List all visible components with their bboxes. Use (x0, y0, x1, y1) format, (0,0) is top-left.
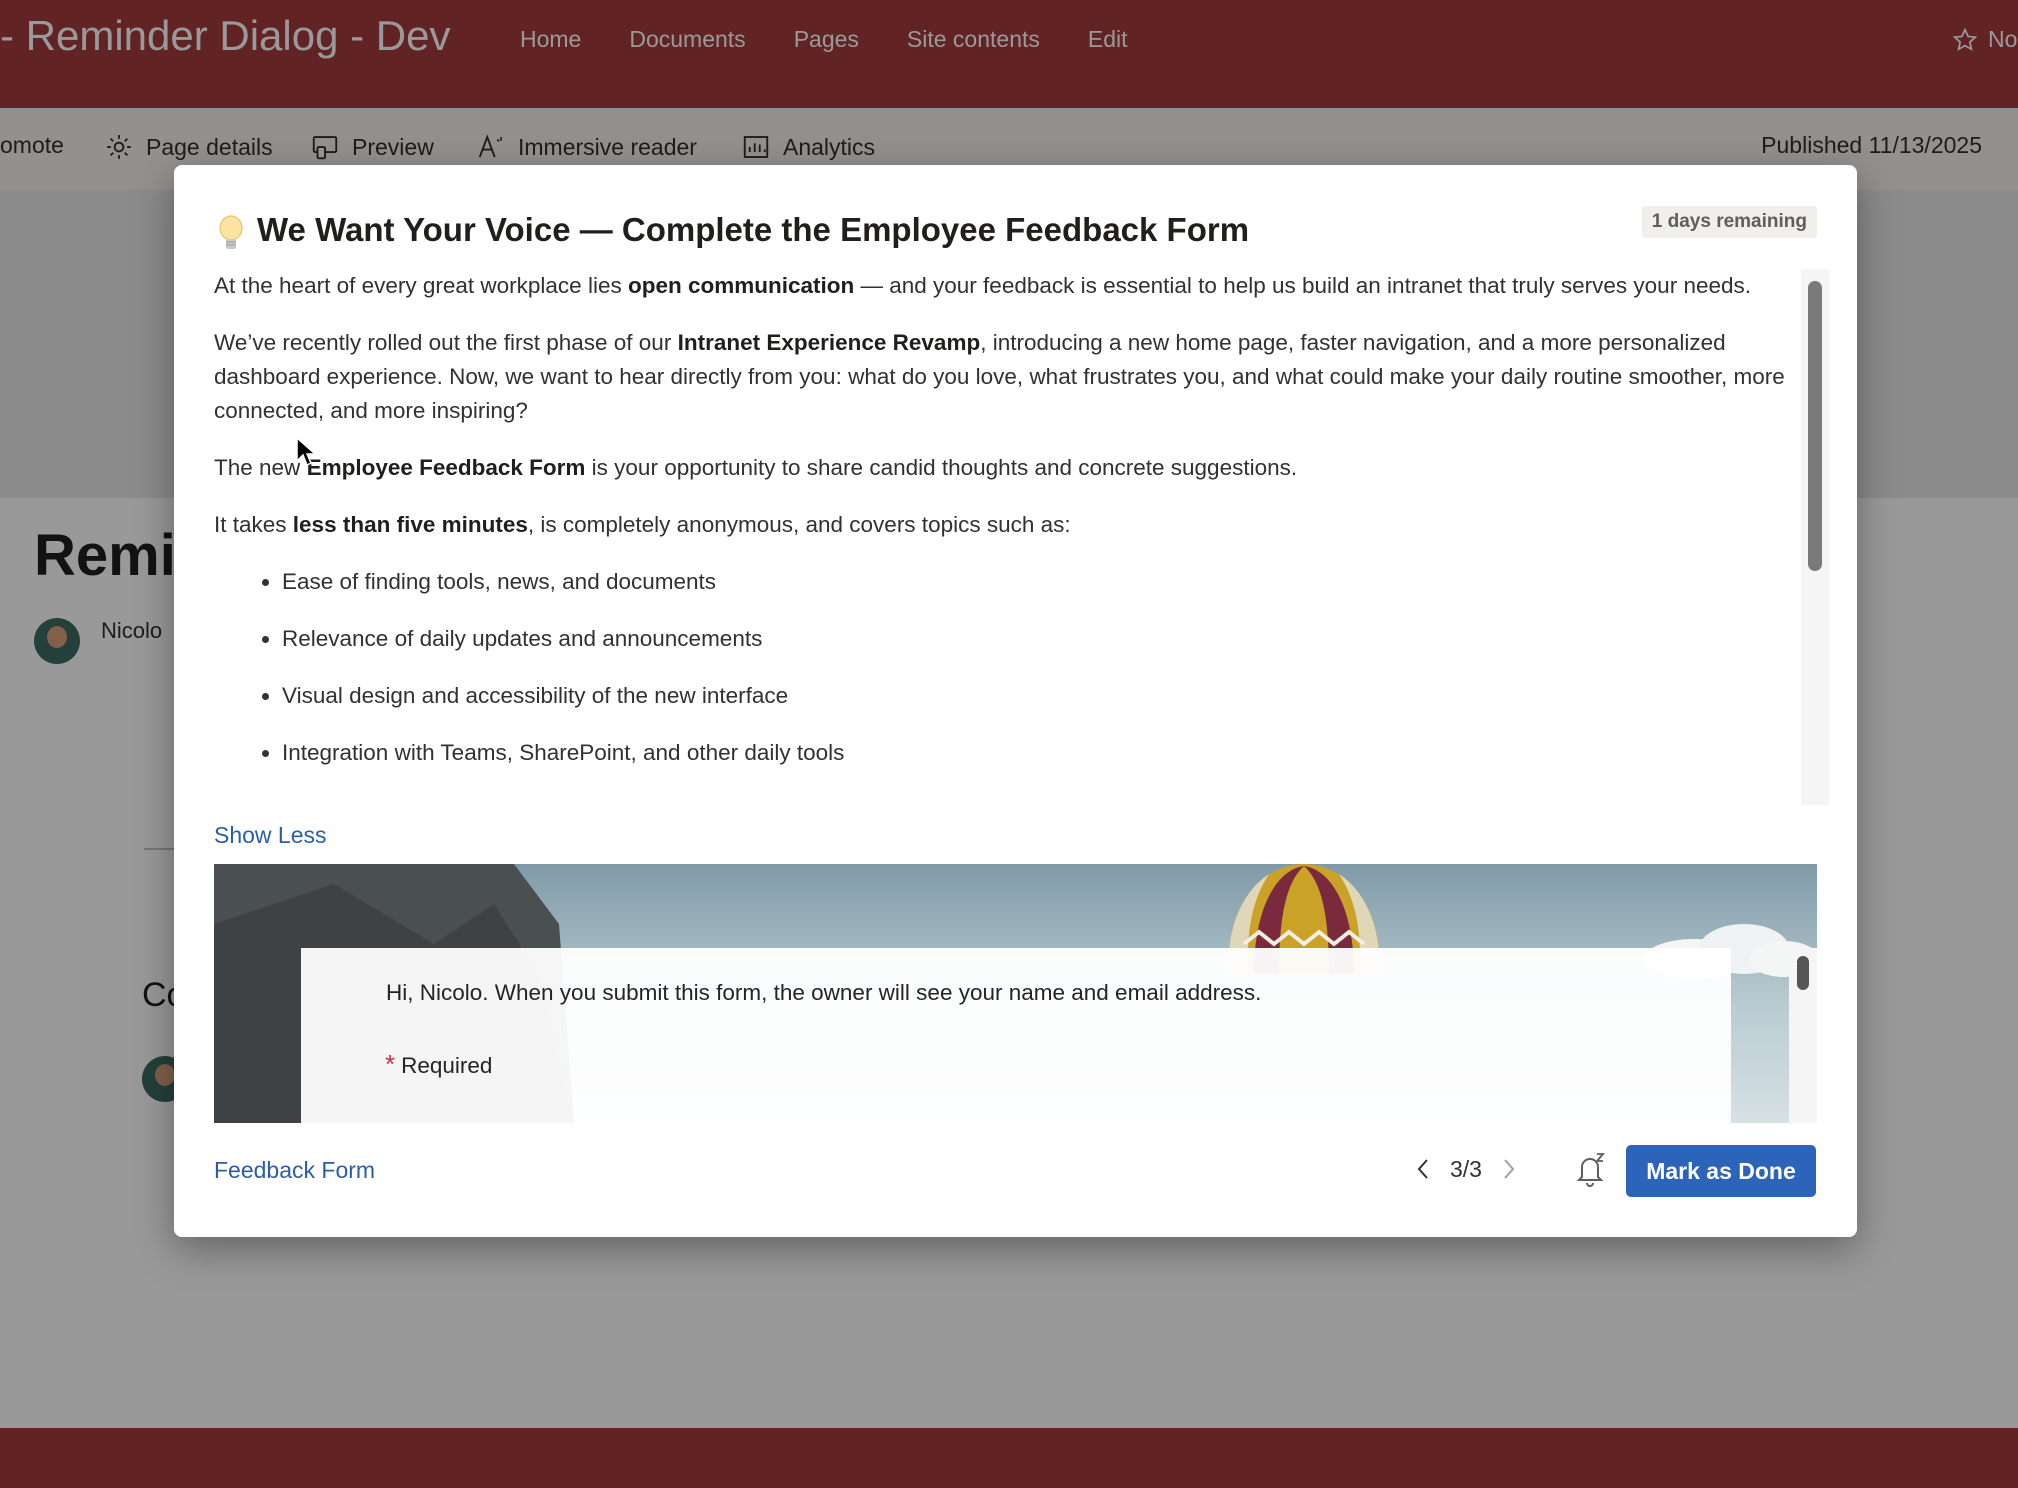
list-item: Visual design and accessibility of the n… (282, 679, 1829, 713)
form-scrollbar[interactable] (1789, 948, 1817, 1123)
body-paragraph-4: It takes less than five minutes, is comp… (214, 512, 1071, 537)
next-button[interactable] (1496, 1154, 1522, 1184)
required-indicator: * Required (385, 1049, 492, 1080)
topic-list: Ease of finding tools, news, and documen… (214, 565, 1829, 770)
pager: 3/3 (1410, 1154, 1522, 1184)
previous-button[interactable] (1410, 1154, 1436, 1184)
dialog-title: We Want Your Voice — Complete the Employ… (257, 211, 1250, 248)
form-scrollbar-thumb[interactable] (1797, 956, 1809, 990)
form-card: Hi, Nicolo. When you submit this form, t… (301, 948, 1731, 1123)
body-scrollbar-thumb[interactable] (1808, 281, 1822, 571)
body-paragraph-2: We’ve recently rolled out the first phas… (214, 330, 1785, 423)
chevron-left-icon (1417, 1159, 1428, 1179)
reminder-dialog: We Want Your Voice — Complete the Employ… (174, 165, 1857, 1237)
dialog-body[interactable]: At the heart of every great workplace li… (214, 269, 1829, 805)
pager-count: 3/3 (1450, 1155, 1482, 1182)
feedback-form-link[interactable]: Feedback Form (214, 1157, 375, 1184)
required-star: * (385, 1049, 396, 1079)
body-paragraph-1: At the heart of every great workplace li… (214, 273, 1751, 298)
snooze-button[interactable] (1570, 1149, 1610, 1189)
form-identity-notice: Hi, Nicolo. When you submit this form, t… (386, 980, 1262, 1005)
list-item: Relevance of daily updates and announcem… (282, 622, 1829, 656)
lightbulb-icon (219, 215, 243, 249)
required-label: Required (401, 1053, 493, 1078)
chevron-right-icon (1504, 1159, 1515, 1179)
body-scrollbar[interactable] (1801, 269, 1829, 805)
list-item: Integration with Teams, SharePoint, and … (282, 736, 1829, 770)
list-item: Ease of finding tools, news, and documen… (282, 565, 1829, 599)
mark-as-done-button[interactable]: Mark as Done (1626, 1145, 1816, 1197)
show-less-link[interactable]: Show Less (214, 822, 327, 849)
body-paragraph-3: The new Employee Feedback Form is your o… (214, 455, 1298, 480)
days-remaining-badge: 1 days remaining (1641, 206, 1817, 238)
mouse-cursor-icon (296, 437, 316, 467)
snooze-bell-icon (1576, 1153, 1605, 1187)
embedded-form[interactable]: Hi, Nicolo. When you submit this form, t… (214, 864, 1817, 1123)
